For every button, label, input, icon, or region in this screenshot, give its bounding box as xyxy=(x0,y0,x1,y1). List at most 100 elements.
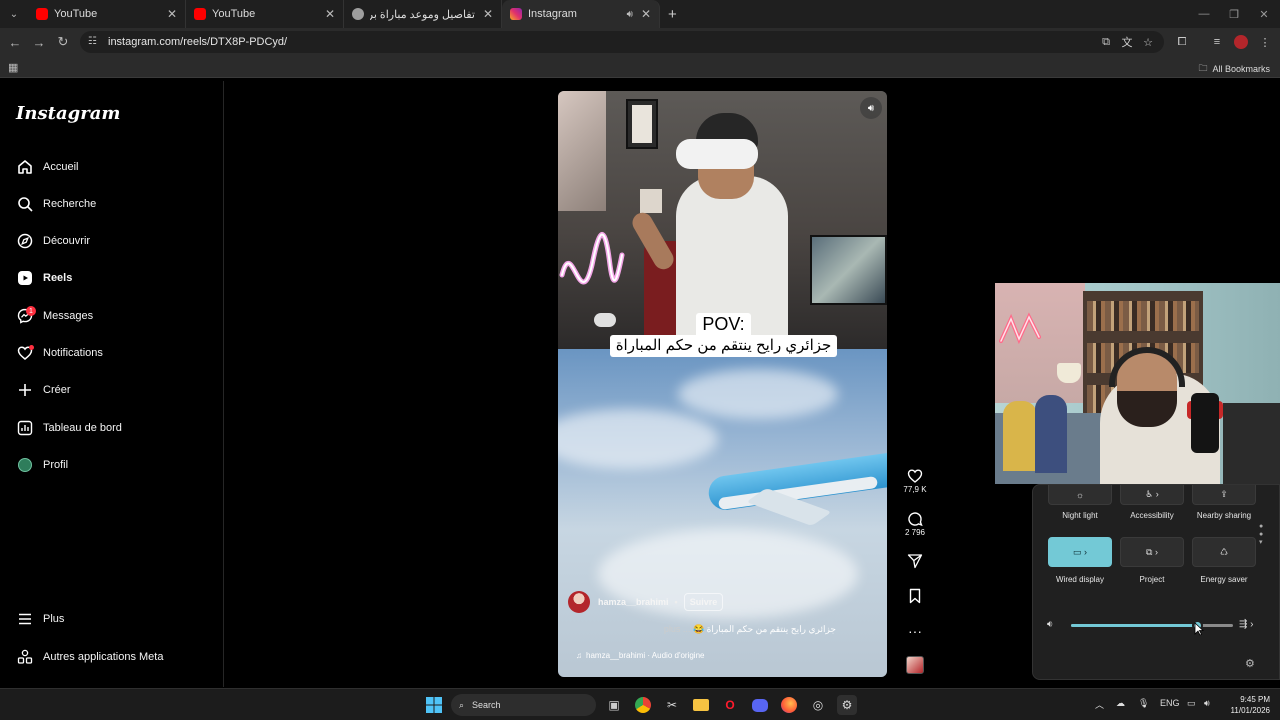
night-light-toggle[interactable]: ☼ xyxy=(1048,485,1112,505)
audio-thumbnail[interactable] xyxy=(906,656,924,674)
language-indicator[interactable]: ENG xyxy=(1160,698,1180,708)
close-icon[interactable]: ✕ xyxy=(325,7,335,21)
tile-label: Nearby sharing xyxy=(1196,511,1252,520)
wall-frame xyxy=(626,99,658,149)
reel-video[interactable]: POV: جزائري رايح ينتقم من حكم المباراة 🔊… xyxy=(558,91,887,677)
sidebar-item-reels[interactable]: Reels xyxy=(16,266,72,290)
nearby-sharing-toggle[interactable]: ⇪ xyxy=(1192,485,1256,505)
cloud xyxy=(558,409,718,469)
folder-icon: 🗀 xyxy=(1198,63,1208,73)
extensions-icon[interactable]: ⧠ xyxy=(1173,33,1191,51)
clock-date: 11/01/2026 xyxy=(1230,706,1270,715)
save-button[interactable] xyxy=(900,587,930,605)
sidebar-item-label: Autres applications Meta xyxy=(43,651,164,663)
sidebar-item-creer[interactable]: Créer xyxy=(16,378,71,402)
windows-start-icon[interactable] xyxy=(424,695,444,715)
page-dots-icon[interactable]: ● ● ▾ xyxy=(1259,523,1263,547)
volume-tray-icon[interactable]: 🔊︎ xyxy=(1204,698,1210,709)
speaker-icon[interactable]: 🔊︎ xyxy=(627,9,633,20)
close-icon[interactable]: ✕ xyxy=(483,7,493,21)
comment-button[interactable]: 2 796 xyxy=(900,510,930,537)
mute-button[interactable]: 🔊︎ xyxy=(860,97,882,119)
cast-icon[interactable]: ⧉ xyxy=(1097,33,1115,51)
tab-instagram[interactable]: Instagram 🔊︎ ✕ xyxy=(502,0,660,28)
media-control-icon[interactable]: ≡ xyxy=(1208,33,1226,51)
new-tab-button[interactable]: + xyxy=(668,6,677,23)
share-button[interactable] xyxy=(900,552,930,570)
firefox-icon[interactable] xyxy=(779,695,799,715)
tab-youtube-2[interactable]: YouTube ✕ xyxy=(186,0,344,28)
sidebar-item-decouvrir[interactable]: Découvrir xyxy=(16,229,90,253)
accessibility-toggle[interactable]: ♿︎ › xyxy=(1120,485,1184,505)
tile-label: Project xyxy=(1139,575,1165,584)
sidebar-item-recherche[interactable]: Recherche xyxy=(16,192,96,216)
network-icon[interactable]: ☁ xyxy=(1116,698,1125,709)
author-username[interactable]: hamza__brahimi xyxy=(598,597,669,607)
sidebar-item-profil[interactable]: Profil xyxy=(16,453,68,477)
tab-search-icon[interactable]: ⌄ xyxy=(0,0,28,28)
sidebar-item-plus[interactable]: Plus xyxy=(16,607,64,631)
taskbar-search[interactable]: ⌕ Search xyxy=(451,694,596,716)
lamp xyxy=(1057,363,1081,383)
sun-icon: ☼ xyxy=(1075,489,1085,500)
translate-icon[interactable]: 文 xyxy=(1118,33,1136,51)
follow-button[interactable]: Suivre xyxy=(683,593,724,611)
back-icon[interactable]: ← xyxy=(3,30,27,54)
snipping-tool-icon[interactable]: ✂ xyxy=(662,695,682,715)
file-explorer-icon[interactable] xyxy=(691,695,711,715)
volume-fill xyxy=(1071,624,1198,627)
volume-icon[interactable]: 🔉︎ xyxy=(1047,619,1053,630)
close-window-icon[interactable]: ✕ xyxy=(1248,0,1280,28)
reel-audio[interactable]: ♫ hamza__brahimi · Audio d'origine xyxy=(576,651,704,660)
reels-icon xyxy=(16,269,34,287)
reel-caption[interactable]: جزائري رايح ينتقم من حكم المباراة 😂 ... … xyxy=(578,624,836,635)
address-bar[interactable]: ☷ instagram.com/reels/DTX8P-PDCyd/ xyxy=(80,31,1164,53)
avatar-icon xyxy=(16,456,34,474)
wired-display-toggle[interactable]: ▭ › xyxy=(1048,537,1112,567)
all-bookmarks-label: All Bookmarks xyxy=(1212,64,1270,74)
unread-badge: 1 xyxy=(26,306,36,316)
all-bookmarks-button[interactable]: 🗀 All Bookmarks xyxy=(1198,61,1270,77)
project-toggle[interactable]: ⧉ › xyxy=(1120,537,1184,567)
minimize-icon[interactable]: — xyxy=(1188,0,1220,28)
wifi-icon[interactable]: ▭ xyxy=(1187,698,1196,709)
chrome-icon[interactable] xyxy=(633,695,653,715)
sidebar-item-accueil[interactable]: Accueil xyxy=(16,155,78,179)
tab-youtube-1[interactable]: YouTube ✕ xyxy=(28,0,186,28)
discord-icon[interactable] xyxy=(750,695,770,715)
sidebar-item-notifications[interactable]: Notifications xyxy=(16,341,103,365)
energy-saver-toggle[interactable]: ♺ xyxy=(1192,537,1256,567)
sidebar-item-meta-apps[interactable]: Autres applications Meta xyxy=(16,645,163,669)
forward-icon[interactable]: → xyxy=(27,30,51,54)
opera-icon[interactable]: O xyxy=(720,695,740,715)
like-button[interactable]: 77,9 K xyxy=(900,467,930,494)
sidebar-item-tableau-de-bord[interactable]: Tableau de bord xyxy=(16,416,122,440)
site-info-icon[interactable]: ☷ xyxy=(88,36,100,48)
more-options-button[interactable]: ··· xyxy=(900,622,930,640)
close-icon[interactable]: ✕ xyxy=(641,7,651,21)
settings-app-icon[interactable]: ⚙ xyxy=(837,695,857,715)
author-avatar[interactable] xyxy=(568,591,590,613)
steam-icon[interactable]: ◎ xyxy=(808,695,828,715)
close-icon[interactable]: ✕ xyxy=(167,7,177,21)
more-link[interactable]: ... plus xyxy=(664,624,691,634)
microphone-icon[interactable]: 🎙︎ xyxy=(1138,698,1149,709)
star-icon[interactable]: ☆ xyxy=(1139,33,1157,51)
gear-icon[interactable]: ⚙ xyxy=(1245,657,1255,670)
reload-icon[interactable]: ↻ xyxy=(51,30,75,54)
maximize-icon[interactable]: ❐ xyxy=(1218,0,1250,28)
tab-article[interactable]: تفاصيل وموعد مباراة برشلونة و ... ✕ xyxy=(344,0,502,28)
tile-label: Wired display xyxy=(1055,575,1104,584)
volume-slider[interactable] xyxy=(1071,620,1233,631)
kebab-menu-icon[interactable]: ⋮ xyxy=(1256,33,1274,51)
apps-grid-icon[interactable]: ▦ xyxy=(8,61,18,74)
system-clock[interactable]: 9:45 PM 11/01/2026 xyxy=(1224,694,1270,716)
project-icon: ⧉ › xyxy=(1146,546,1158,557)
profile-avatar[interactable] xyxy=(1232,33,1250,51)
chevron-up-icon[interactable]: ︿ xyxy=(1095,698,1104,711)
audio-output-icon[interactable]: ⇶ › xyxy=(1239,619,1254,630)
instagram-logo[interactable]: Instagram xyxy=(16,103,120,124)
reel-author: hamza__brahimi • Suivre xyxy=(568,591,724,613)
task-view-icon[interactable]: ▣ xyxy=(604,695,624,715)
sidebar-item-messages[interactable]: 1 Messages xyxy=(16,304,93,328)
